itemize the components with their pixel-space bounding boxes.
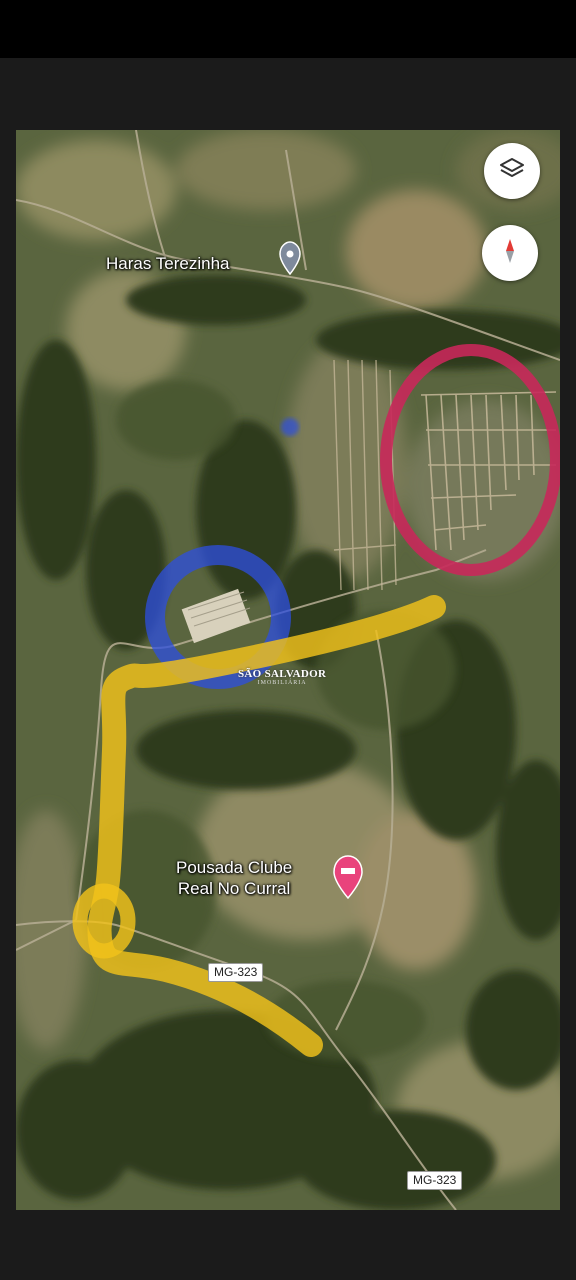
watermark-logo: SÃO SALVADOR IMOBILIÁRIA	[238, 668, 326, 686]
road-shield-mg323: MG-323	[407, 1171, 463, 1190]
watermark-subtitle: IMOBILIÁRIA	[257, 680, 307, 686]
layers-icon	[498, 155, 526, 188]
satellite-map[interactable]: Haras Terezinha Pousada Clube Real No Cu…	[16, 130, 560, 1210]
layers-button[interactable]	[484, 143, 540, 199]
compass-icon	[495, 236, 525, 271]
place-label-haras[interactable]: Haras Terezinha	[106, 253, 229, 274]
place-label-pousada[interactable]: Pousada Clube Real No Curral	[176, 857, 292, 899]
compass-button[interactable]	[482, 225, 538, 281]
status-bar-area	[0, 0, 576, 58]
watermark-title: SÃO SALVADOR	[238, 668, 327, 680]
road-shield-mg323: MG-323	[208, 963, 264, 982]
